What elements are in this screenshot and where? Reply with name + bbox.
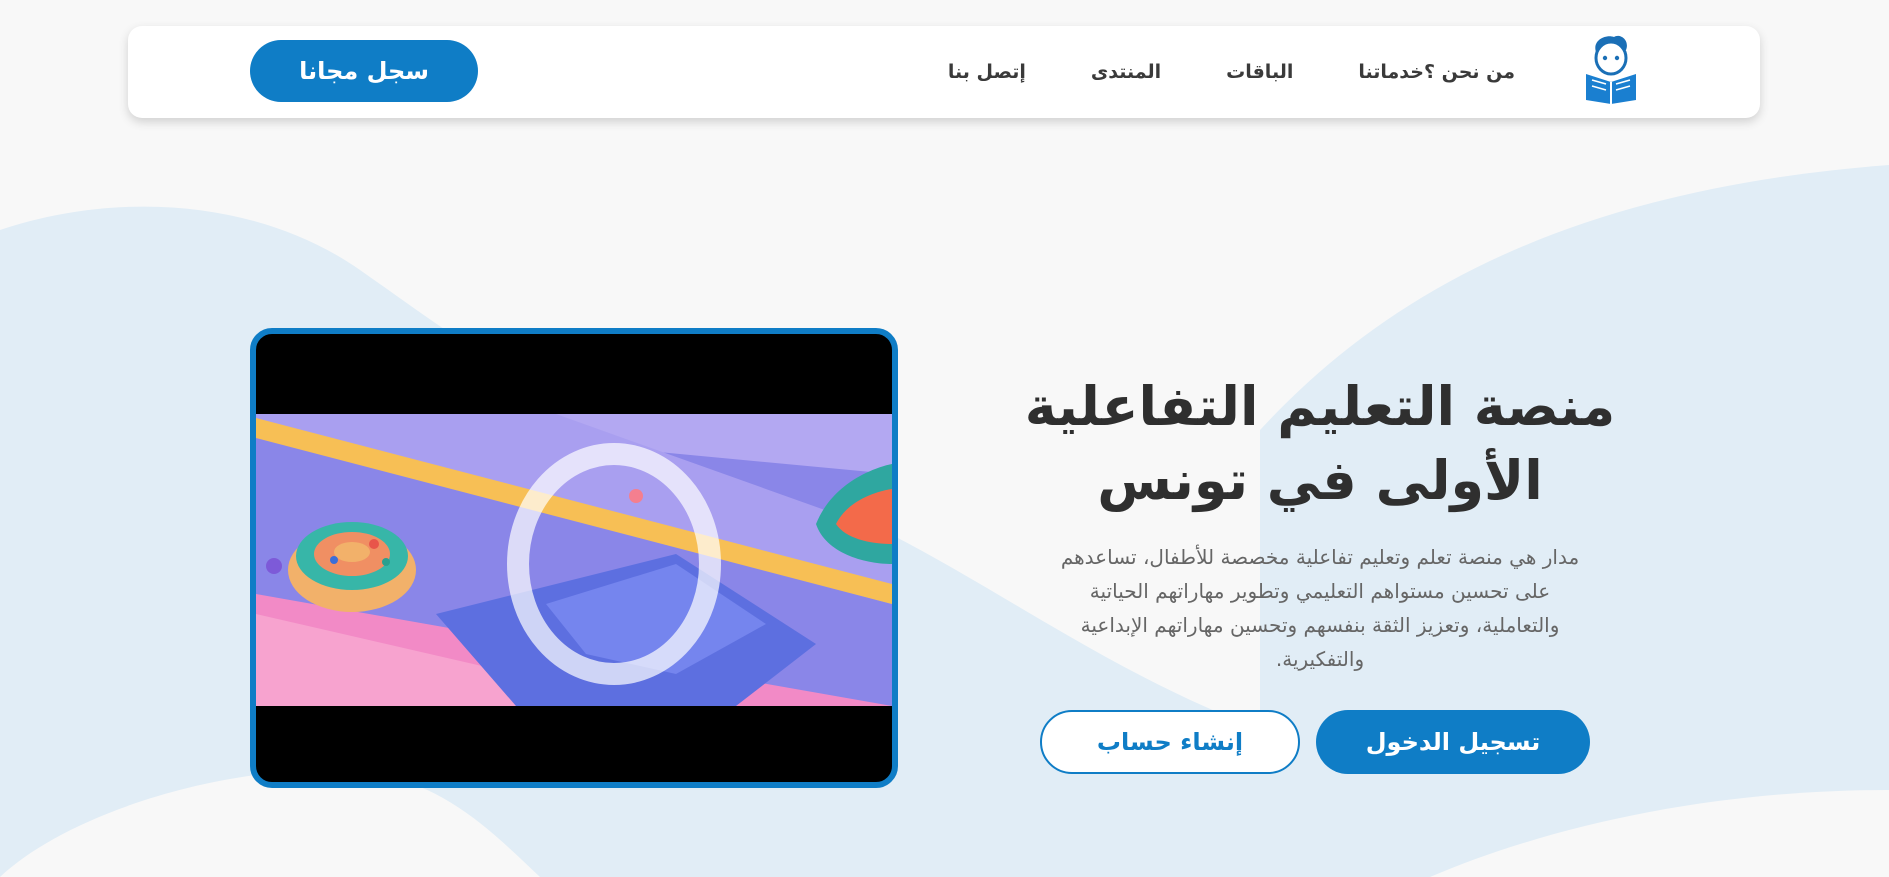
nav-link-contact[interactable]: إتصل بنا — [948, 61, 1026, 83]
child-reading-book-icon[interactable] — [1582, 34, 1640, 104]
hero-title: منصة التعليم التفاعلية الأولى في تونس — [1010, 370, 1630, 518]
nav-link-packages[interactable]: الباقات — [1226, 61, 1293, 83]
signup-free-button[interactable]: سجل مجانا — [250, 40, 478, 102]
top-navbar: من نحن ؟ خدماتنا الباقات المنتدى إتصل بن… — [128, 26, 1760, 118]
nav-link-about[interactable]: من نحن ؟ — [1424, 61, 1515, 83]
login-button[interactable]: تسجيل الدخول — [1316, 710, 1590, 774]
hero-actions: تسجيل الدخول إنشاء حساب — [1040, 710, 1590, 774]
hero-title-line-1: منصة التعليم التفاعلية — [1024, 375, 1616, 438]
nav-link-services[interactable]: خدماتنا — [1358, 61, 1424, 83]
nav-link-forum[interactable]: المنتدى — [1091, 61, 1161, 83]
hero-description: مدار هي منصة تعلم وتعليم تفاعلية مخصصة ل… — [1060, 545, 1580, 671]
create-account-button[interactable]: إنشاء حساب — [1040, 710, 1300, 774]
main-nav: من نحن ؟ خدماتنا الباقات المنتدى إتصل بن… — [883, 26, 1515, 118]
hero-title-line-2: الأولى في تونس — [1097, 449, 1543, 512]
intro-video[interactable] — [250, 328, 898, 788]
hero-section: منصة التعليم التفاعلية الأولى في تونس مد… — [1010, 370, 1630, 676]
video-frame-image — [256, 414, 892, 706]
